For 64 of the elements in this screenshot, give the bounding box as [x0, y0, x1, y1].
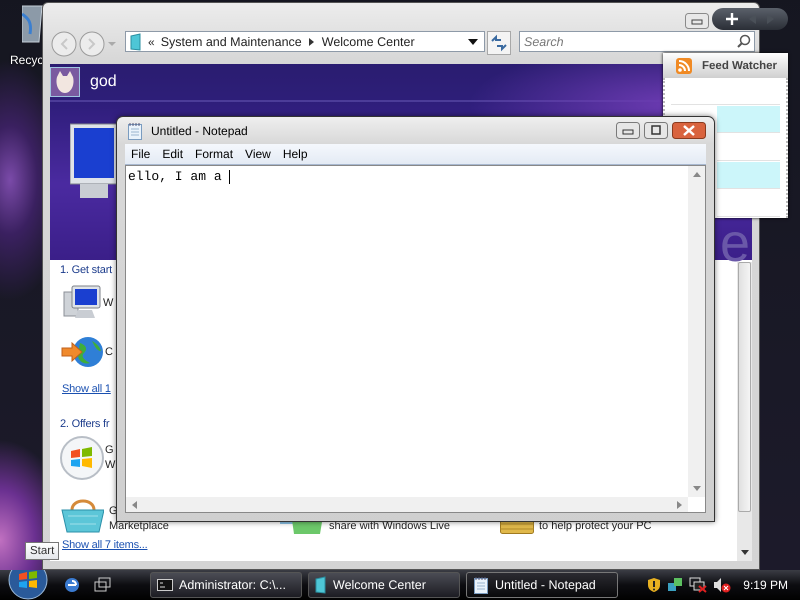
- show-all-link[interactable]: Show all 7 items...: [62, 538, 148, 552]
- breadcrumb[interactable]: System and Maintenance: [160, 34, 302, 48]
- dropdown-icon[interactable]: [468, 38, 478, 46]
- globe-icon: [60, 335, 104, 369]
- task-link[interactable]: G: [105, 443, 114, 458]
- scroll-down-icon[interactable]: [740, 550, 748, 555]
- breadcrumb-arrow-icon[interactable]: [308, 36, 316, 46]
- plus-icon[interactable]: [725, 12, 739, 26]
- close-button[interactable]: [672, 122, 706, 139]
- console-icon: [157, 578, 173, 592]
- switch-windows-icon[interactable]: [94, 577, 112, 593]
- notepad-icon: [473, 576, 489, 594]
- task-link[interactable]: W: [105, 458, 116, 473]
- document-text: ello, I am a: [128, 169, 223, 184]
- browser-icon[interactable]: [64, 577, 80, 593]
- document-icon: [315, 576, 327, 594]
- menu-item[interactable]: Help: [276, 147, 314, 161]
- network-icon[interactable]: [667, 577, 684, 593]
- menu-item[interactable]: Format: [189, 147, 240, 161]
- task-link[interactable]: share with Windows Live: [329, 519, 450, 534]
- task-link[interactable]: Marketplace: [109, 519, 169, 534]
- scrollbar[interactable]: [126, 497, 688, 512]
- taskbar-button[interactable]: Administrator: C:\...: [150, 572, 302, 598]
- menu-item[interactable]: Edit: [156, 147, 190, 161]
- window-title: Untitled - Notepad: [151, 124, 248, 138]
- search-icon[interactable]: [737, 34, 751, 48]
- scroll-up-icon[interactable]: [692, 172, 700, 177]
- muted-speaker-icon[interactable]: [713, 577, 732, 593]
- scroll-right-icon[interactable]: [677, 500, 682, 508]
- rss-icon: [676, 58, 692, 74]
- text-cursor: [229, 170, 230, 184]
- menu-item[interactable]: View: [239, 147, 277, 161]
- section-heading: 1. Get start: [60, 263, 114, 278]
- disconnected-network-icon[interactable]: [689, 577, 708, 593]
- banner-text: e: [720, 226, 750, 260]
- task-link[interactable]: W: [103, 296, 114, 310]
- address-bar[interactable]: « System and Maintenance Welcome Center: [125, 31, 485, 52]
- security-shield-icon[interactable]: [647, 577, 662, 593]
- clock[interactable]: 9:19 PM: [743, 578, 788, 592]
- minimize-button[interactable]: [616, 122, 640, 139]
- scrollbar-thumb[interactable]: [738, 262, 751, 512]
- show-all-link[interactable]: Show all 1: [62, 382, 111, 396]
- breadcrumb[interactable]: Welcome Center: [322, 34, 415, 48]
- scrollbar[interactable]: [737, 262, 752, 561]
- scroll-left-icon[interactable]: [132, 500, 137, 508]
- notepad-icon: [127, 122, 143, 140]
- task-link[interactable]: C: [105, 344, 113, 360]
- gadget-title: Feed Watcher: [702, 60, 777, 72]
- tooltip: Start: [25, 542, 60, 560]
- menu-item[interactable]: File: [125, 147, 156, 161]
- breadcrumb-overflow[interactable]: «: [148, 34, 155, 48]
- document-icon: [130, 32, 142, 50]
- taskbar-button[interactable]: Welcome Center: [308, 572, 460, 598]
- search-field[interactable]: Search: [519, 31, 755, 52]
- minimize-button[interactable]: [685, 13, 709, 29]
- windows-logo-icon: [60, 435, 104, 481]
- refresh-button[interactable]: [487, 31, 511, 55]
- taskbar-button[interactable]: Untitled - Notepad: [466, 572, 618, 598]
- user-avatar-icon: [50, 67, 80, 97]
- section-heading: 2. Offers fr: [60, 417, 110, 432]
- user-name: god: [90, 73, 117, 91]
- scrollbar[interactable]: [688, 166, 705, 497]
- desktop-icon-label[interactable]: Recyc: [10, 53, 44, 67]
- maximize-button[interactable]: [644, 122, 668, 139]
